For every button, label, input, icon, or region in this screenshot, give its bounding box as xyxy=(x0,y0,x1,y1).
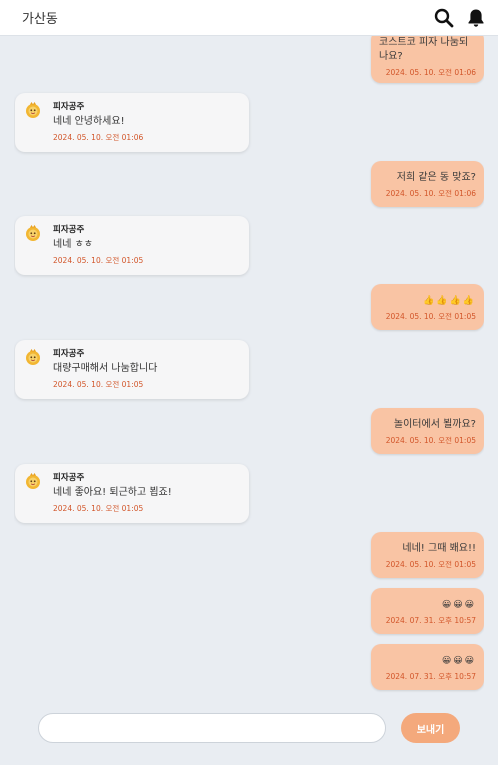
message-timestamp: 2024. 05. 10. 오전 01:06 xyxy=(385,68,476,77)
message-text: 저희 같은 동 맞죠? xyxy=(396,172,476,183)
message-timestamp: 2024. 05. 10. 오전 01:05 xyxy=(385,312,476,321)
message-bubble-theirs: 피자공주 네네 안녕하세요! 2024. 05. 10. 오전 01:06 xyxy=(15,93,249,152)
message-text: 👍👍👍👍 xyxy=(423,296,476,306)
message-timestamp: 2024. 07. 31. 오후 10:57 xyxy=(385,616,476,625)
chat-header: 가산동 xyxy=(0,0,498,36)
message-bubble-mine: 네네! 그때 봬요!! 2024. 05. 10. 오전 01:05 xyxy=(371,532,484,578)
message-timestamp: 2024. 07. 31. 오후 10:57 xyxy=(385,672,476,681)
message-bubble-theirs: 피자공주 대량구매해서 나눔합니다 2024. 05. 10. 오전 01:05 xyxy=(15,340,249,399)
avatar-icon xyxy=(26,473,40,489)
message-bubble-mine: 👍👍👍👍 2024. 05. 10. 오전 01:05 xyxy=(371,284,484,330)
message-composer: 보내기 xyxy=(0,697,498,765)
avatar-icon xyxy=(26,349,40,365)
chat-title: 가산동 xyxy=(22,12,58,27)
message-bubble-theirs: 피자공주 네네 좋아요! 퇴근하고 뵙죠! 2024. 05. 10. 오전 0… xyxy=(15,464,249,523)
chat-message-list[interactable]: 코스트코 피자 나눔되나요? 2024. 05. 10. 오전 01:06 피자… xyxy=(14,36,484,696)
message-bubble-mine: 놀이터에서 뵐까요? 2024. 05. 10. 오전 01:05 xyxy=(371,408,484,454)
message-bubble-mine: 저희 같은 동 맞죠? 2024. 05. 10. 오전 01:06 xyxy=(371,161,484,207)
message-timestamp: 2024. 05. 10. 오전 01:05 xyxy=(385,436,476,445)
sender-name: 피자공주 xyxy=(53,349,85,359)
message-timestamp: 2024. 05. 10. 오전 01:05 xyxy=(53,504,144,513)
message-timestamp: 2024. 05. 10. 오전 01:05 xyxy=(53,256,144,265)
message-text: 네네 좋아요! 퇴근하고 뵙죠! xyxy=(53,487,172,498)
message-bubble-mine: 😀😀😀 2024. 07. 31. 오후 10:57 xyxy=(371,588,484,634)
sender-name: 피자공주 xyxy=(53,225,85,235)
message-timestamp: 2024. 05. 10. 오전 01:06 xyxy=(385,189,476,198)
message-bubble-theirs: 피자공주 네네 ㅎㅎ 2024. 05. 10. 오전 01:05 xyxy=(15,216,249,275)
search-icon[interactable] xyxy=(434,8,454,28)
avatar-icon xyxy=(26,225,40,241)
message-text: 😀😀😀 xyxy=(441,656,476,666)
send-button[interactable]: 보내기 xyxy=(401,713,460,743)
message-timestamp: 2024. 05. 10. 오전 01:05 xyxy=(53,380,144,389)
message-text: 네네! 그때 봬요!! xyxy=(402,543,476,554)
header-actions xyxy=(434,8,486,28)
message-text: 네네 ㅎㅎ xyxy=(53,239,93,250)
message-input[interactable] xyxy=(38,713,386,743)
message-timestamp: 2024. 05. 10. 오전 01:05 xyxy=(385,560,476,569)
message-bubble-mine: 😀😀😀 2024. 07. 31. 오후 10:57 xyxy=(371,644,484,690)
message-text: 놀이터에서 뵐까요? xyxy=(393,419,476,430)
bell-icon[interactable] xyxy=(466,8,486,28)
sender-name: 피자공주 xyxy=(53,102,85,112)
message-bubble-mine: 코스트코 피자 나눔되나요? 2024. 05. 10. 오전 01:06 xyxy=(371,36,484,83)
message-text: 대량구매해서 나눔합니다 xyxy=(53,363,158,374)
message-text: 네네 안녕하세요! xyxy=(53,116,125,127)
message-timestamp: 2024. 05. 10. 오전 01:06 xyxy=(53,133,144,142)
sender-name: 피자공주 xyxy=(53,473,85,483)
message-text: 코스트코 피자 나눔되나요? xyxy=(379,37,469,62)
avatar-icon xyxy=(26,102,40,118)
message-text: 😀😀😀 xyxy=(441,600,476,610)
